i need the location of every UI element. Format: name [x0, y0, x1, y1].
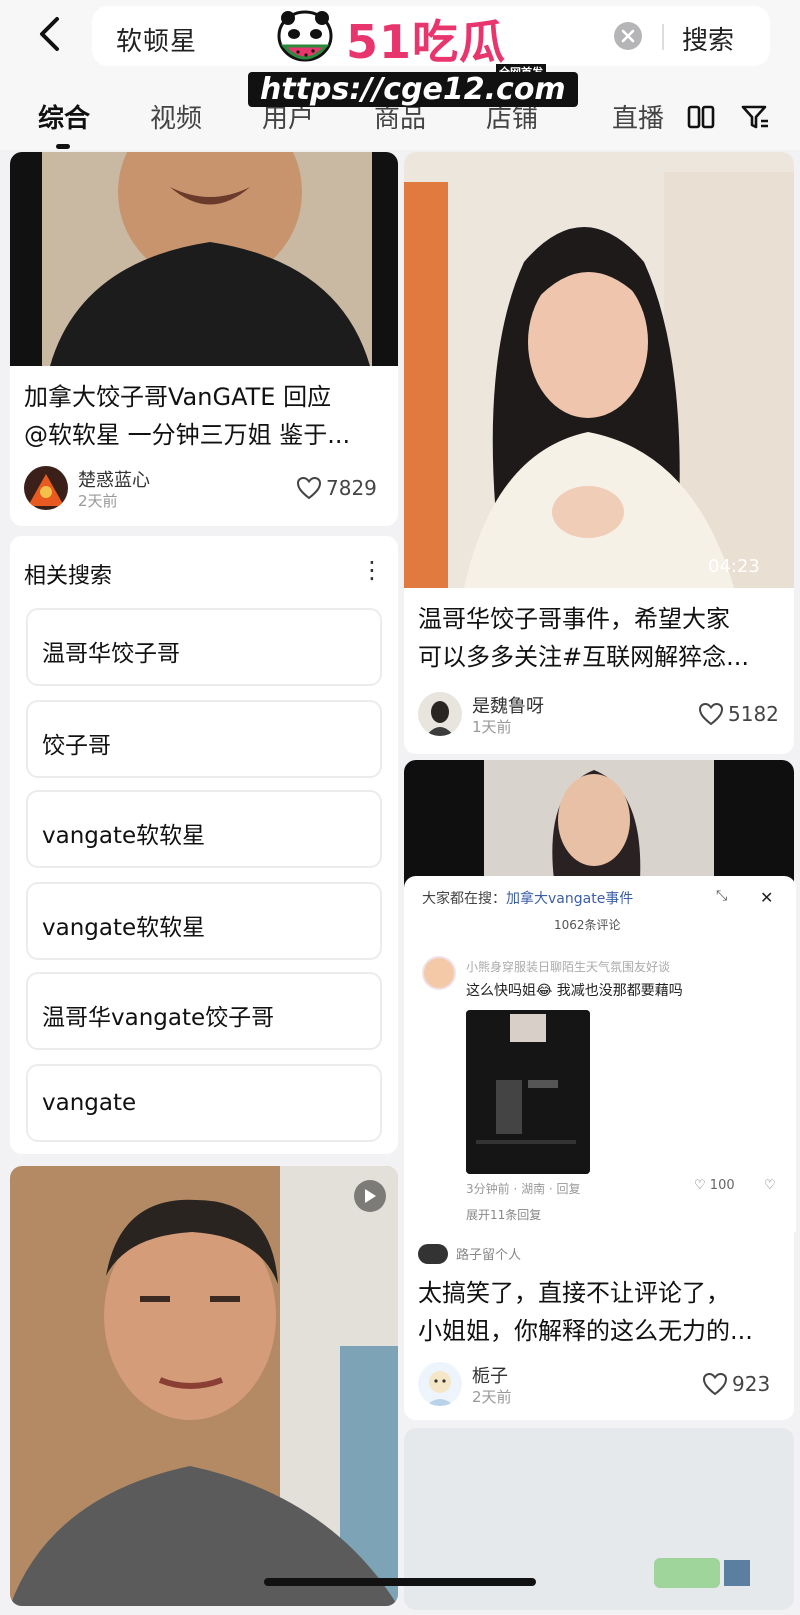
avatar — [24, 466, 68, 510]
chevron-left-icon — [40, 17, 59, 51]
reply-avatar — [418, 1244, 448, 1264]
tab-video[interactable]: 视频 — [150, 98, 202, 135]
comment-like-button[interactable]: ♡ 100 — [694, 1178, 735, 1193]
comment-username: 小熊身穿服装日聊陌生天气氛围友好谈 — [466, 960, 671, 974]
card-2-title-line-1: 温哥华饺子哥事件，希望大家 — [418, 605, 730, 633]
related-search-item[interactable]: vangate软软星 — [26, 790, 382, 868]
play-button[interactable] — [354, 1180, 386, 1212]
heart-icon — [702, 1372, 728, 1396]
result-card-4[interactable] — [10, 1166, 398, 1606]
avatar — [418, 1362, 462, 1406]
related-search-item[interactable]: 饺子哥 — [26, 700, 382, 778]
related-search-label: 饺子哥 — [42, 733, 111, 759]
heart-icon — [698, 702, 724, 726]
card-2-like-button[interactable]: 5182 — [698, 702, 779, 726]
author-name: 楚惑蓝心 — [78, 470, 150, 491]
home-indicator — [264, 1578, 536, 1586]
minimize-icon[interactable]: ⤡ — [716, 888, 727, 904]
card-3-info[interactable]: 路子留个人 太搞笑了，直接不让评论了， 小姐姐，你解释的这么无力的... 栀子 … — [404, 1232, 794, 1420]
related-search-label: vangate — [42, 1090, 137, 1116]
author-name: 栀子 — [472, 1366, 508, 1387]
back-button[interactable] — [30, 14, 70, 54]
card-2-title-line-2: 可以多多关注#互联网解猝念... — [418, 643, 749, 671]
card-1-title-line-2: @软软星 一分钟三万姐 鉴于... — [24, 421, 351, 449]
popup-trending-link[interactable]: 加拿大vangate事件 — [506, 891, 633, 907]
watermark-url: https://cge12.com — [248, 72, 578, 107]
card-3-title: 太搞笑了，直接不让评论了， 小姐姐，你解释的这么无力的... — [418, 1274, 790, 1350]
tab-general[interactable]: 综合 — [38, 98, 90, 135]
video-duration: 04:23 — [708, 556, 760, 577]
comment-screenshot-image[interactable] — [466, 1010, 590, 1174]
heart-icon — [296, 476, 322, 500]
card-1-title-line-1: 加拿大饺子哥VanGATE 回应 — [24, 383, 332, 411]
card-3-like-button[interactable]: 923 — [702, 1372, 770, 1396]
site-watermark: 51吃瓜 全网首发 https://cge12.com — [248, 0, 578, 112]
layout-toggle-icon[interactable] — [686, 102, 716, 132]
post-time: 2天前 — [472, 1388, 512, 1406]
related-search-label: vangate软软星 — [42, 823, 206, 849]
card-1-like-button[interactable]: 7829 — [296, 476, 377, 500]
related-search-item[interactable]: 温哥华饺子哥 — [26, 608, 382, 686]
close-icon — [621, 29, 635, 43]
comments-popup: 大家都在搜：加拿大vangate事件 ⤡ ✕ 1062条评论 小熊身穿服装日聊陌… — [404, 876, 796, 1232]
popup-trending-prefix: 大家都在搜： — [422, 891, 506, 907]
watermark-brand: 51吃瓜 — [346, 15, 507, 69]
search-query: 软顿星 — [116, 27, 198, 57]
expand-replies-button[interactable]: 展开11条回复 — [466, 1206, 541, 1223]
search-button[interactable]: 搜索 — [682, 20, 734, 57]
active-tab-indicator — [56, 144, 70, 149]
result-card-2[interactable]: 04:23 温哥华饺子哥事件，希望大家 可以多多关注#互联网解猝念... 是魏鲁… — [404, 152, 794, 754]
watermelon-mascot-icon — [270, 6, 340, 70]
clear-search-button[interactable] — [614, 22, 642, 50]
related-searches-panel: 相关搜索 ⋮ 温哥华饺子哥 饺子哥 vangate软软星 vangate软软星 … — [10, 536, 398, 1154]
result-card-1[interactable]: 加拿大饺子哥VanGATE 回应 @软软星 一分钟三万姐 鉴于... 楚惑蓝心 … — [10, 152, 398, 526]
more-options-icon[interactable]: ⋮ — [360, 556, 384, 584]
card-1-title: 加拿大饺子哥VanGATE 回应 @软软星 一分钟三万姐 鉴于... — [24, 378, 394, 454]
comment-meta: 3分钟前 · 湖南 · 回复 — [466, 1182, 581, 1196]
avatar — [418, 692, 462, 736]
card-4-thumbnail — [10, 1166, 398, 1606]
comment-count: 1062条评论 — [554, 918, 621, 932]
like-count: 923 — [732, 1372, 771, 1396]
post-time: 2天前 — [78, 492, 118, 510]
related-search-item[interactable]: 温哥华vangate饺子哥 — [26, 972, 382, 1050]
like-count: 5182 — [728, 702, 779, 726]
post-time: 1天前 — [472, 718, 512, 736]
card-3-title-line-2: 小姐姐，你解释的这么无力的... — [418, 1317, 753, 1345]
card-2-thumbnail — [404, 152, 794, 588]
comment-like-count: 100 — [709, 1178, 735, 1193]
tab-live[interactable]: 直播 — [612, 98, 664, 135]
related-search-label: 温哥华饺子哥 — [42, 641, 180, 667]
card-1-thumbnail — [10, 152, 398, 366]
popup-trending-search[interactable]: 大家都在搜：加拿大vangate事件 — [422, 888, 633, 908]
comment-text: 这么快吗姐😂 我减也没那都要藉吗 — [466, 983, 683, 999]
avatar — [422, 956, 456, 990]
related-search-label: 温哥华vangate饺子哥 — [42, 1005, 275, 1031]
comment-dislike-icon[interactable]: ♡ — [764, 1178, 776, 1193]
related-search-item[interactable]: vangate软软星 — [26, 882, 382, 960]
related-searches-title: 相关搜索 — [24, 564, 113, 589]
card-2-title: 温哥华饺子哥事件，希望大家 可以多多关注#互联网解猝念... — [418, 600, 790, 676]
play-icon — [365, 1189, 376, 1203]
close-icon[interactable]: ✕ — [760, 888, 773, 907]
divider — [662, 24, 664, 50]
filter-icon[interactable] — [740, 102, 770, 132]
author-name: 是魏鲁呀 — [472, 696, 544, 717]
related-search-item[interactable]: vangate — [26, 1064, 382, 1142]
reply-username: 路子留个人 — [456, 1248, 522, 1263]
related-search-label: vangate软软星 — [42, 915, 206, 941]
card-3-title-line-1: 太搞笑了，直接不让评论了， — [418, 1279, 730, 1307]
like-count: 7829 — [326, 476, 377, 500]
